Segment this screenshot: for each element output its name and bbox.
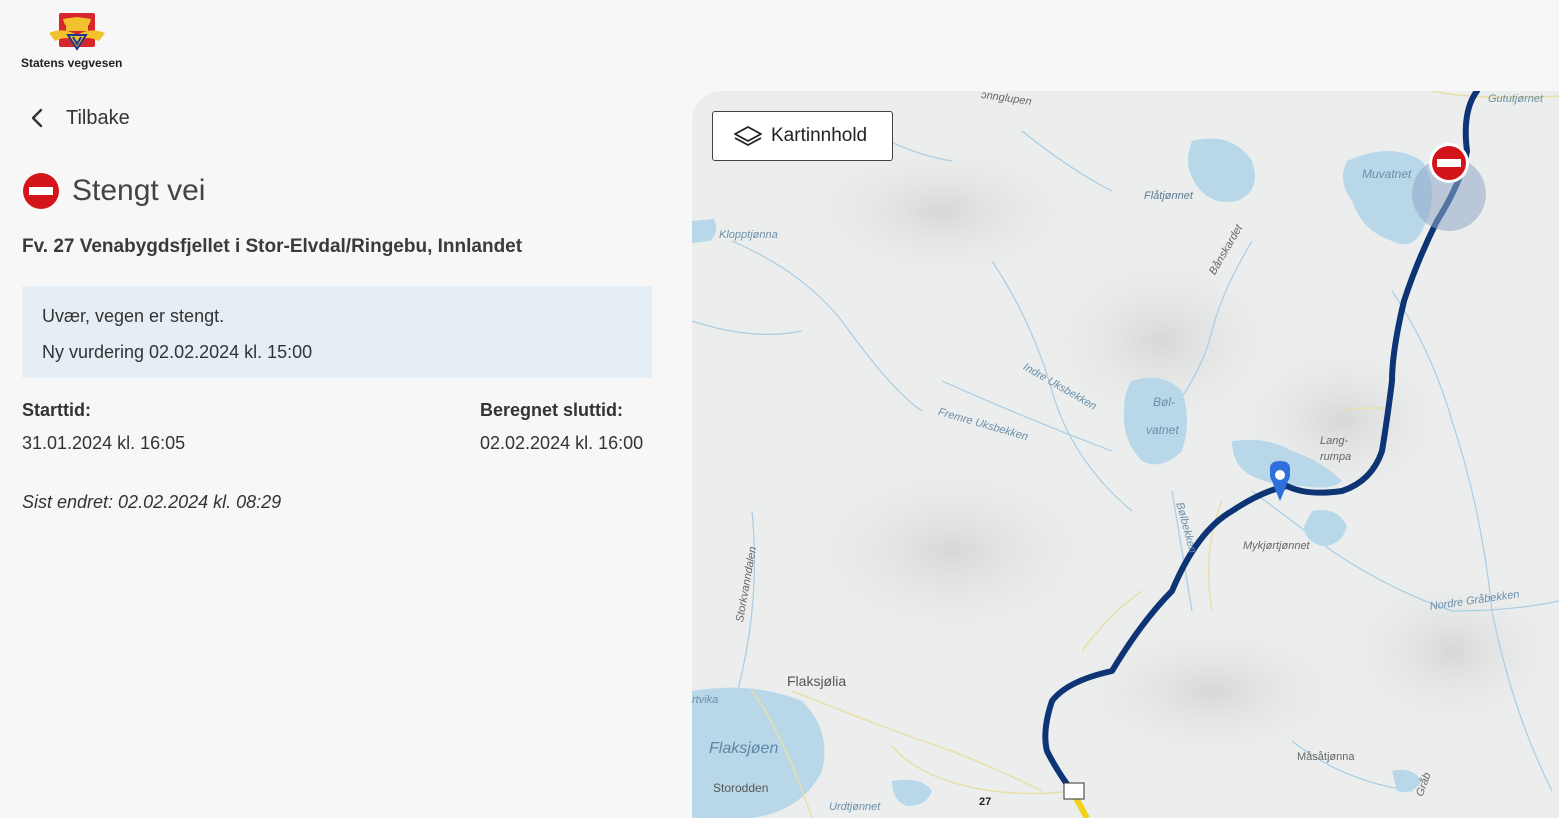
hillshade xyxy=(802,461,1102,641)
hillshade xyxy=(802,141,1082,281)
status-header: Stengt vei xyxy=(22,172,205,210)
message-box: Uvær, vegen er stengt. Ny vurdering 02.0… xyxy=(22,286,652,378)
place-label: Flaksjøen xyxy=(709,740,779,757)
message-line: Uvær, vegen er stengt. xyxy=(42,306,225,326)
place-label: Gututjørnet xyxy=(1488,93,1544,105)
reassessment-line: Ny vurdering 02.02.2024 kl. 15:00 xyxy=(42,342,313,362)
start-time-label: Starttid: xyxy=(22,400,91,420)
chevron-left-icon xyxy=(31,108,43,128)
place-label: vatnet xyxy=(1146,423,1179,437)
map-layers-label: Kartinnhold xyxy=(771,125,868,146)
place-label: Bøl- xyxy=(1153,395,1175,409)
closure-marker-icon[interactable] xyxy=(1429,143,1469,183)
map-canvas[interactable] xyxy=(692,91,1559,818)
place-label: Flaksjølia xyxy=(787,673,847,689)
place-label: Storodden xyxy=(713,781,769,795)
route-number: 27 xyxy=(979,796,992,808)
back-link[interactable]: Tilbake xyxy=(26,106,130,130)
statens-vegvesen-logo[interactable]: Statens vegvesen xyxy=(18,8,136,72)
map[interactable]: 27 Gututjørnet Muvatnet Flåtjønnet Klopp… xyxy=(692,91,1559,818)
map-layers-button[interactable]: Kartinnhold xyxy=(712,111,893,161)
place-label: Muvatnet xyxy=(1362,167,1412,181)
end-time-label: Beregnet sluttid: xyxy=(480,400,624,420)
start-time-value: 31.01.2024 kl. 16:05 xyxy=(22,433,186,453)
place-label: Urdtjønnet xyxy=(829,801,881,813)
route-shield-icon xyxy=(1063,782,1085,800)
no-entry-icon xyxy=(23,173,59,209)
hillshade xyxy=(1342,571,1559,731)
last-changed: Sist endret: 02.02.2024 kl. 08:29 xyxy=(22,492,282,512)
place-label: Lang- xyxy=(1320,435,1349,447)
logo-emblem-icon xyxy=(49,13,105,51)
logo-text: Statens vegvesen xyxy=(21,56,123,70)
place-label: Klopptjønna xyxy=(719,229,778,241)
place-label: rumpa xyxy=(1320,451,1352,463)
page-title: Stengt vei xyxy=(72,174,206,207)
place-label: Flåtjønnet xyxy=(1144,190,1193,202)
layers-icon xyxy=(734,126,762,146)
back-label: Tilbake xyxy=(66,106,130,129)
place-label: Mykjørtjønnet xyxy=(1243,540,1310,552)
place-label: rtvika xyxy=(692,694,719,706)
place-label: Måsåtjønna xyxy=(1297,751,1355,763)
end-time-value: 02.02.2024 kl. 16:00 xyxy=(480,433,644,453)
hillshade xyxy=(1072,621,1352,761)
road-name: Fv. 27 Venabygdsfjellet i Stor-Elvdal/Ri… xyxy=(22,236,523,257)
